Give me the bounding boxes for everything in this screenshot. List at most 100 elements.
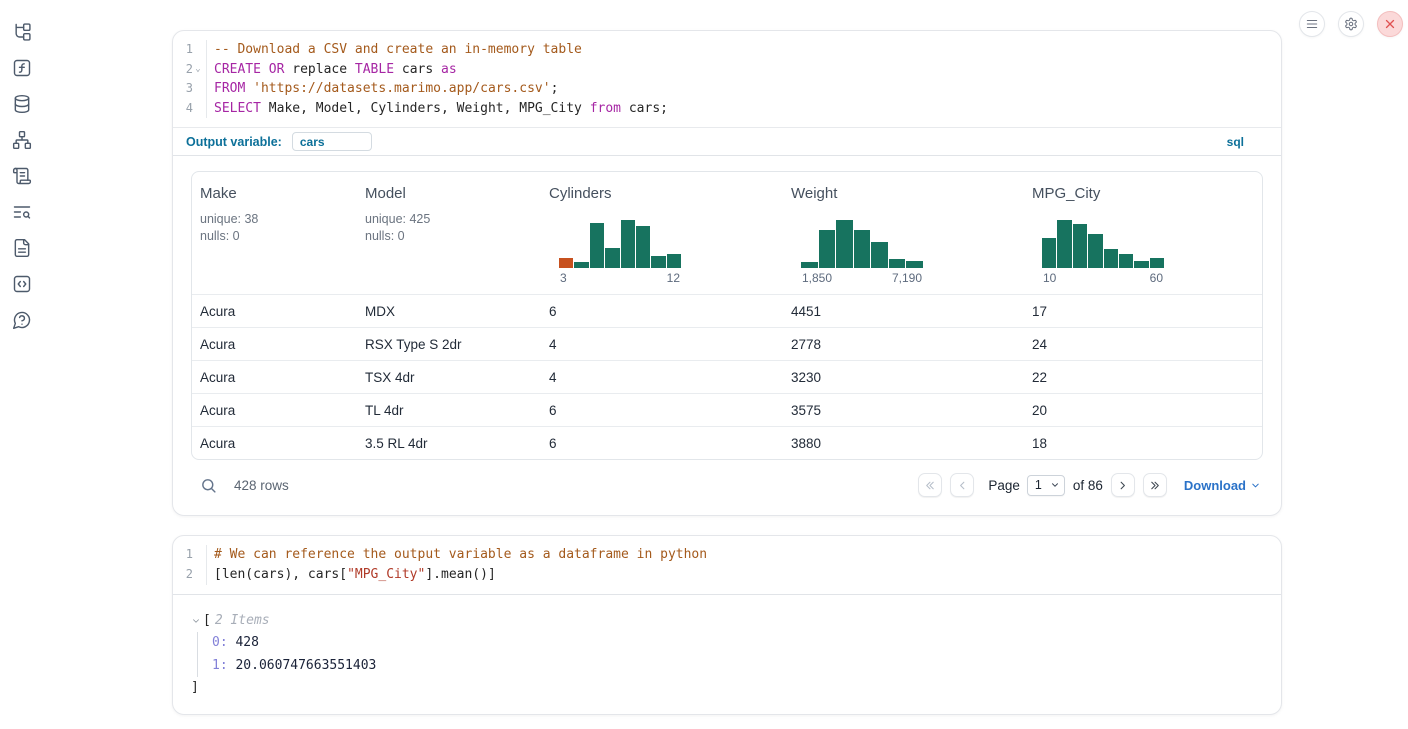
search-icon[interactable] <box>200 477 217 494</box>
table-cell: 3880 <box>783 436 1024 451</box>
column-header[interactable]: Cylinders312 <box>541 172 783 294</box>
code-token: replace <box>284 62 354 77</box>
line-gutter: 1 <box>173 545 207 565</box>
list-output-tree: [2 Items0: 4281: 20.060747663551403] <box>191 610 1263 700</box>
axis-min-label: 3 <box>560 271 567 285</box>
scroll-script-icon[interactable] <box>12 166 32 186</box>
table-cell: 4 <box>541 337 783 352</box>
histogram-bar <box>889 259 906 268</box>
page-total: of 86 <box>1073 478 1103 493</box>
python-output-area: [2 Items0: 4281: 20.060747663551403] <box>173 594 1281 714</box>
sql-code-editor[interactable]: 1 -- Download a CSV and create an in-memo… <box>173 31 1281 127</box>
collapse-chevron-icon[interactable] <box>191 616 203 626</box>
table-cell: Acura <box>192 304 357 319</box>
table-row[interactable]: Acura3.5 RL 4dr6388018 <box>192 426 1262 459</box>
menu-icon[interactable] <box>1299 11 1325 37</box>
code-token: [len(cars), cars[ <box>214 567 347 582</box>
function-square-icon[interactable] <box>12 58 32 78</box>
code-token: -- Download a CSV and create an in-memor… <box>214 42 582 57</box>
code-token: ].mean()] <box>425 567 495 582</box>
histogram-bar <box>559 258 573 268</box>
last-page-button[interactable] <box>1143 473 1167 497</box>
output-variable-input[interactable] <box>292 132 372 151</box>
output-variable-label: Output variable: <box>186 135 282 149</box>
histogram-bar <box>636 226 650 268</box>
previous-page-button[interactable] <box>950 473 974 497</box>
tree-entry: 0: 428 <box>212 632 1263 655</box>
code-line: 2[len(cars), cars["MPG_City"].mean()] <box>173 565 1281 585</box>
code-token: # We can reference the output variable a… <box>214 547 707 562</box>
code-line: 1 -- Download a CSV and create an in-memo… <box>173 40 1281 60</box>
table-cell: TSX 4dr <box>357 370 541 385</box>
histogram-bar <box>605 248 619 268</box>
language-badge: sql <box>1227 135 1244 149</box>
code-token: 'https://datasets.marimo.app/cars.csv' <box>253 81 550 96</box>
column-stats: unique: 38nulls: 0 <box>200 211 349 245</box>
code-token: TABLE <box>355 62 394 77</box>
table-cell: 4451 <box>783 304 1024 319</box>
column-header[interactable]: MPG_City 1060 <box>1024 172 1262 294</box>
column-histogram[interactable]: 3 12 <box>559 213 681 285</box>
gear-icon[interactable] <box>1338 11 1364 37</box>
fold-chevron-icon[interactable]: ⌄ <box>193 60 203 80</box>
table-cell: TL 4dr <box>357 403 541 418</box>
line-number: 4 <box>186 99 193 119</box>
next-page-button[interactable] <box>1111 473 1135 497</box>
close-bracket: ] <box>191 677 1263 700</box>
histogram-bars <box>801 213 923 268</box>
table-cell: 6 <box>541 436 783 451</box>
histogram-bar <box>854 230 871 268</box>
download-label: Download <box>1184 478 1246 493</box>
column-histogram[interactable]: 1,850 7,190 <box>801 213 923 285</box>
page-select[interactable]: 1 <box>1027 475 1065 496</box>
table-cell: 6 <box>541 403 783 418</box>
table-row[interactable]: AcuraTL 4dr6357520 <box>192 393 1262 426</box>
download-button[interactable]: Download <box>1184 478 1261 493</box>
column-name: Make <box>200 185 349 202</box>
line-gutter: 1 <box>173 40 207 60</box>
table-cell: 3575 <box>783 403 1024 418</box>
histogram-axis-labels: 3 12 <box>559 271 681 285</box>
code-token: FROM <box>214 81 245 96</box>
axis-min-label: 1,850 <box>802 271 832 285</box>
column-histogram[interactable]: 1060 <box>1042 213 1164 285</box>
histogram-axis-labels: 1060 <box>1042 271 1164 285</box>
code-text: FROM 'https://datasets.marimo.app/cars.c… <box>207 79 558 99</box>
column-header[interactable]: Make unique: 38nulls: 0 <box>192 172 357 294</box>
logs-search-icon[interactable] <box>12 202 32 222</box>
table-cell: 3230 <box>783 370 1024 385</box>
snippets-code-icon[interactable] <box>12 274 32 294</box>
histogram-bars <box>1042 213 1164 268</box>
first-page-button[interactable] <box>918 473 942 497</box>
help-icon[interactable] <box>12 310 32 330</box>
table-row[interactable]: AcuraRSX Type S 2dr4277824 <box>192 327 1262 360</box>
documentation-icon[interactable] <box>12 238 32 258</box>
table-row[interactable]: AcuraMDX6445117 <box>192 294 1262 327</box>
dependency-graph-icon[interactable] <box>12 130 32 150</box>
line-number: 3 <box>186 79 193 99</box>
histogram-bar <box>574 262 588 268</box>
table-cell: MDX <box>357 304 541 319</box>
histogram-bar <box>1134 261 1148 268</box>
column-name: MPG_City <box>1032 185 1254 202</box>
close-icon[interactable] <box>1377 11 1403 37</box>
python-code-editor[interactable]: 1 # We can reference the output variable … <box>173 536 1281 593</box>
histogram-bar <box>1104 249 1118 268</box>
code-text: SELECT Make, Model, Cylinders, Weight, M… <box>207 99 668 119</box>
table-cell: RSX Type S 2dr <box>357 337 541 352</box>
table-row[interactable]: AcuraTSX 4dr4323022 <box>192 360 1262 393</box>
code-text: [len(cars), cars["MPG_City"].mean()] <box>207 565 496 585</box>
axis-max-label: 7,190 <box>892 271 922 285</box>
code-token: cars <box>394 62 441 77</box>
histogram-bar <box>651 256 665 268</box>
window-controls <box>1299 11 1403 37</box>
database-icon[interactable] <box>12 94 32 114</box>
code-text: -- Download a CSV and create an in-memor… <box>207 40 582 60</box>
column-header[interactable]: Modelunique: 425nulls: 0 <box>357 172 541 294</box>
data-table: Make unique: 38nulls: 0Modelunique: 425nu… <box>191 171 1263 460</box>
code-token: SELECT <box>214 101 261 116</box>
file-explorer-icon[interactable] <box>12 22 32 42</box>
column-header[interactable]: Weight1,8507,190 <box>783 172 1024 294</box>
code-token: cars; <box>621 101 668 116</box>
axis-max-label: 12 <box>667 271 680 285</box>
